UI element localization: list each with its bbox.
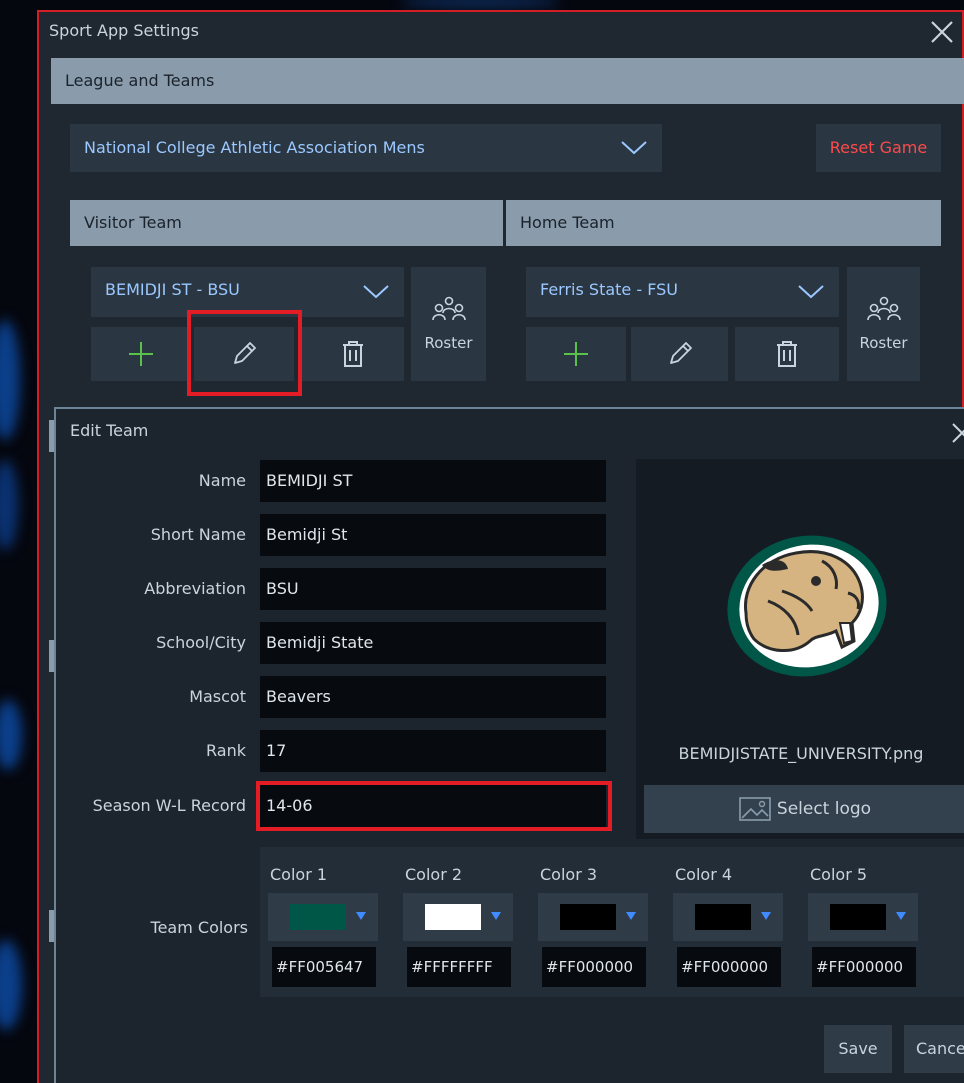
rank-label: Rank (206, 741, 246, 760)
mascot-label: Mascot (189, 687, 246, 706)
visitor-delete-team-button[interactable] (301, 327, 404, 381)
home-edit-team-button[interactable] (631, 327, 728, 381)
color-1-picker[interactable] (268, 893, 378, 941)
logo-preview: BEMIDJISTATE_UNIVERSITY.png Select logo (636, 459, 964, 839)
color-column: Color 4 #FF000000 (665, 847, 790, 997)
window-title: Sport App Settings (49, 21, 200, 40)
color-5-picker[interactable] (808, 893, 918, 941)
visitor-team-value: BEMIDJI ST - BSU (105, 280, 240, 299)
color-swatch (560, 904, 616, 930)
background-glow (0, 460, 18, 550)
home-add-team-button[interactable] (526, 327, 626, 381)
select-logo-label: Select logo (776, 799, 872, 819)
pencil-icon (669, 342, 692, 364)
visitor-team-dropdown[interactable]: BEMIDJI ST - BSU (91, 267, 404, 317)
group-icon (866, 296, 901, 321)
background-glow (0, 940, 22, 1030)
league-dropdown-value: National College Athletic Association Me… (84, 138, 425, 157)
home-delete-team-button[interactable] (735, 327, 839, 381)
color-label: Color 3 (540, 865, 598, 884)
team-colors-panel: Color 1 #FF005647 Color 2 #FFFFFFFF Colo… (260, 847, 964, 997)
visitor-add-team-button[interactable] (91, 327, 191, 381)
color-5-hex-input[interactable]: #FF000000 (812, 947, 916, 987)
visitor-roster-label: Roster (424, 334, 473, 352)
beaver-logo-image (727, 535, 887, 677)
color-label: Color 2 (405, 865, 463, 884)
home-team-dropdown[interactable]: Ferris State - FSU (526, 267, 839, 317)
color-label: Color 4 (675, 865, 733, 884)
edit-team-title: Edit Team (70, 421, 149, 440)
color-swatch (695, 904, 751, 930)
visitor-team-header: Visitor Team (70, 200, 503, 246)
color-2-hex-input[interactable]: #FFFFFFFF (407, 947, 511, 987)
chevron-down-icon (798, 285, 824, 299)
dropdown-arrow-icon (626, 912, 636, 920)
color-4-picker[interactable] (673, 893, 783, 941)
chevron-down-icon (363, 285, 389, 299)
color-swatch (290, 904, 346, 930)
school-city-label: School/City (156, 633, 246, 652)
name-label: Name (198, 471, 246, 490)
close-icon[interactable] (950, 421, 964, 445)
color-label: Color 1 (270, 865, 328, 884)
trash-icon (777, 341, 797, 367)
team-colors-label: Team Colors (150, 918, 248, 937)
background-glow (400, 0, 560, 8)
season-record-label: Season W-L Record (92, 796, 246, 815)
rank-input[interactable]: 17 (260, 730, 606, 772)
name-input[interactable]: BEMIDJI ST (260, 460, 606, 502)
plus-icon (129, 342, 153, 366)
select-logo-button[interactable]: Select logo (644, 785, 964, 833)
color-2-picker[interactable] (403, 893, 513, 941)
color-3-hex-input[interactable]: #FF000000 (542, 947, 646, 987)
color-swatch (425, 904, 481, 930)
logo-filename: BEMIDJISTATE_UNIVERSITY.png (678, 744, 924, 763)
color-column: Color 3 #FF000000 (530, 847, 655, 997)
season-record-input[interactable]: 14-06 (260, 785, 606, 827)
mascot-input[interactable]: Beavers (260, 676, 606, 718)
dropdown-arrow-icon (896, 912, 906, 920)
color-column: Color 1 #FF005647 (260, 847, 385, 997)
background-glow (0, 320, 20, 440)
edit-team-panel: Edit Team Name BEMIDJI ST Short Name Bem… (54, 407, 964, 1083)
color-1-hex-input[interactable]: #FF005647 (272, 947, 376, 987)
abbreviation-label: Abbreviation (144, 579, 246, 598)
home-roster-button[interactable]: Roster (847, 267, 920, 381)
dropdown-arrow-icon (761, 912, 771, 920)
color-3-picker[interactable] (538, 893, 648, 941)
school-city-input[interactable]: Bemidji State (260, 622, 606, 664)
league-section-header: League and Teams (51, 58, 964, 104)
color-4-hex-input[interactable]: #FF000000 (677, 947, 781, 987)
league-dropdown[interactable]: National College Athletic Association Me… (70, 124, 662, 172)
plus-icon (564, 342, 588, 366)
visitor-roster-button[interactable]: Roster (411, 267, 486, 381)
pencil-icon (234, 342, 256, 364)
close-icon[interactable] (928, 18, 956, 46)
short-name-label: Short Name (150, 525, 246, 544)
dropdown-arrow-icon (491, 912, 501, 920)
background-glow (0, 700, 22, 770)
visitor-edit-team-button[interactable] (194, 327, 294, 381)
dropdown-arrow-icon (356, 912, 366, 920)
home-team-header: Home Team (506, 200, 941, 246)
reset-game-button[interactable]: Reset Game (816, 124, 941, 172)
chevron-down-icon (621, 141, 647, 155)
short-name-input[interactable]: Bemidji St (260, 514, 606, 556)
trash-icon (342, 341, 363, 367)
cancel-button[interactable]: Cance (904, 1025, 964, 1073)
home-roster-label: Roster (859, 334, 908, 352)
home-team-value: Ferris State - FSU (540, 280, 678, 299)
abbreviation-input[interactable]: BSU (260, 568, 606, 610)
color-swatch (830, 904, 886, 930)
color-column: Color 5 #FF000000 (800, 847, 925, 997)
color-label: Color 5 (810, 865, 868, 884)
image-icon (739, 797, 771, 821)
save-button[interactable]: Save (824, 1025, 892, 1073)
group-icon (431, 296, 466, 321)
color-column: Color 2 #FFFFFFFF (395, 847, 520, 997)
